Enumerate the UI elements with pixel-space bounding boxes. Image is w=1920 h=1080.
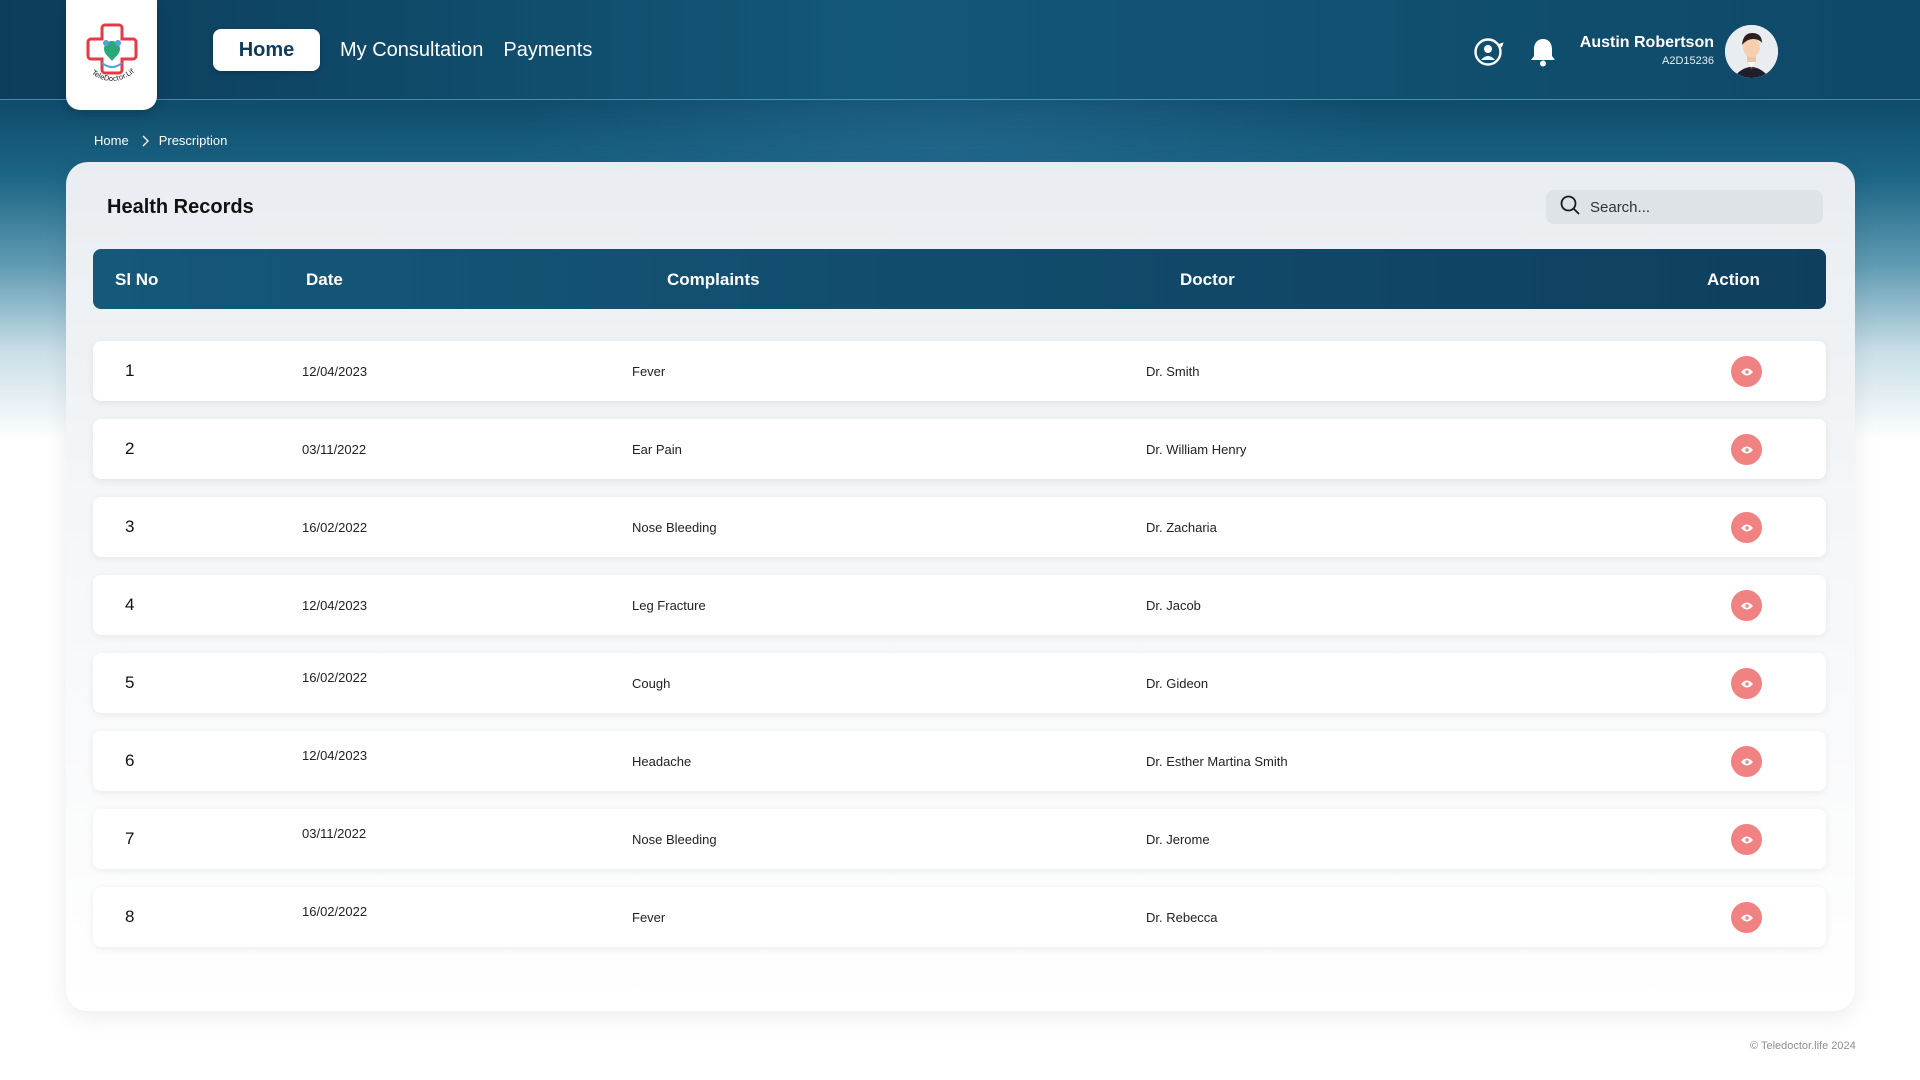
user-id: A2D15236 (1662, 55, 1714, 67)
row-doctor: Dr. Zacharia (1146, 520, 1217, 535)
table-row: 5 16/02/2022 Cough Dr. Gideon (93, 653, 1826, 713)
row-date: 03/11/2022 (302, 442, 367, 457)
row-date: 16/02/2022 (302, 904, 368, 919)
eye-icon (1740, 836, 1753, 843)
view-record-button[interactable] (1731, 434, 1762, 465)
search-input[interactable] (1590, 198, 1810, 216)
medical-cross-logo-icon: TeleDoctor.Life (80, 19, 137, 83)
logo[interactable]: TeleDoctor.Life (66, 0, 157, 110)
view-record-button[interactable] (1731, 824, 1762, 855)
row-doctor: Dr. Jerome (1146, 832, 1210, 847)
row-sl-no: 1 (125, 361, 135, 380)
row-doctor: Dr. Smith (1146, 364, 1200, 379)
column-header-doctor: Doctor (1180, 270, 1235, 289)
row-complaint: Headache (632, 754, 692, 769)
main-nav: Home My Consultation Payments (213, 29, 592, 71)
column-header-sl-no: Sl No (115, 270, 159, 289)
column-header-complaints: Complaints (667, 270, 760, 289)
row-doctor: Dr. Esther Martina Smith (1146, 754, 1288, 769)
row-doctor: Dr. William Henry (1146, 442, 1247, 457)
row-date: 16/02/2022 (302, 520, 368, 535)
avatar[interactable] (1725, 25, 1778, 78)
breadcrumb-home-link[interactable]: Home (94, 133, 129, 148)
footer-copyright: © Teledoctor.life 2024 (1750, 1040, 1856, 1052)
view-record-button[interactable] (1731, 746, 1762, 777)
top-header: TeleDoctor.Life Home My Consultation Pay… (0, 0, 1920, 110)
view-record-button[interactable] (1731, 356, 1762, 387)
header-icon-group (1472, 36, 1559, 68)
user-name: Austin Robertson (1579, 34, 1714, 51)
row-complaint: Leg Fracture (632, 598, 706, 613)
bell-icon[interactable] (1527, 36, 1559, 68)
row-doctor: Dr. Rebecca (1146, 910, 1218, 925)
chevron-right-icon (141, 135, 149, 147)
row-date: 16/02/2022 (302, 670, 368, 685)
table-row: 1 12/04/2023 Fever Dr. Smith (93, 341, 1826, 401)
page-title: Health Records (107, 196, 254, 218)
table-row: 3 16/02/2022 Nose Bleeding Dr. Zacharia (93, 497, 1826, 557)
view-record-button[interactable] (1731, 902, 1762, 933)
eye-icon (1740, 680, 1753, 687)
row-complaint: Fever (632, 364, 666, 379)
row-complaint: Ear Pain (632, 442, 682, 457)
breadcrumb: Home Prescription (94, 133, 227, 148)
row-date: 03/11/2022 (302, 826, 367, 841)
view-record-button[interactable] (1731, 512, 1762, 543)
table-header: Sl No Date Complaints Doctor Action (93, 249, 1826, 309)
row-complaint: Fever (632, 910, 666, 925)
search-box[interactable] (1546, 190, 1823, 224)
eye-icon (1740, 758, 1753, 765)
column-header-date: Date (306, 270, 343, 289)
table-row: 8 16/02/2022 Fever Dr. Rebecca (93, 887, 1826, 947)
row-sl-no: 3 (125, 517, 135, 536)
nav-payments-link[interactable]: Payments (503, 39, 592, 62)
row-complaint: Nose Bleeding (632, 520, 717, 535)
support-icon[interactable] (1472, 36, 1504, 68)
nav-home-button[interactable]: Home (213, 29, 320, 71)
row-sl-no: 6 (125, 751, 135, 770)
breadcrumb-current: Prescription (158, 133, 228, 148)
search-icon (1560, 195, 1580, 220)
row-sl-no: 5 (125, 673, 135, 692)
row-complaint: Nose Bleeding (632, 832, 717, 847)
eye-icon (1740, 914, 1753, 921)
row-sl-no: 4 (125, 595, 135, 614)
view-record-button[interactable] (1731, 590, 1762, 621)
nav-my-consultation-link[interactable]: My Consultation (340, 39, 483, 62)
user-info[interactable]: Austin Robertson A2D15236 (1560, 34, 1714, 67)
view-record-button[interactable] (1731, 668, 1762, 699)
eye-icon (1740, 602, 1753, 609)
table-row: 4 12/04/2023 Leg Fracture Dr. Jacob (93, 575, 1826, 635)
row-sl-no: 7 (125, 829, 135, 848)
row-date: 12/04/2023 (302, 748, 368, 763)
row-complaint: Cough (632, 676, 671, 691)
row-date: 12/04/2023 (302, 364, 368, 379)
column-header-action: Action (1707, 270, 1760, 289)
table-row: 7 03/11/2022 Nose Bleeding Dr. Jerome (93, 809, 1826, 869)
eye-icon (1740, 368, 1753, 375)
row-sl-no: 8 (125, 907, 135, 926)
eye-icon (1740, 524, 1753, 531)
eye-icon (1740, 446, 1753, 453)
health-records-card: Health Records Sl No Date Complaints Doc… (66, 162, 1855, 1011)
table-row: 2 03/11/2022 Ear Pain Dr. William Henry (93, 419, 1826, 479)
table-row: 6 12/04/2023 Headache Dr. Esther Martina… (93, 731, 1826, 791)
row-doctor: Dr. Gideon (1146, 676, 1209, 691)
row-date: 12/04/2023 (302, 598, 368, 613)
row-doctor: Dr. Jacob (1146, 598, 1201, 613)
row-sl-no: 2 (125, 439, 135, 458)
